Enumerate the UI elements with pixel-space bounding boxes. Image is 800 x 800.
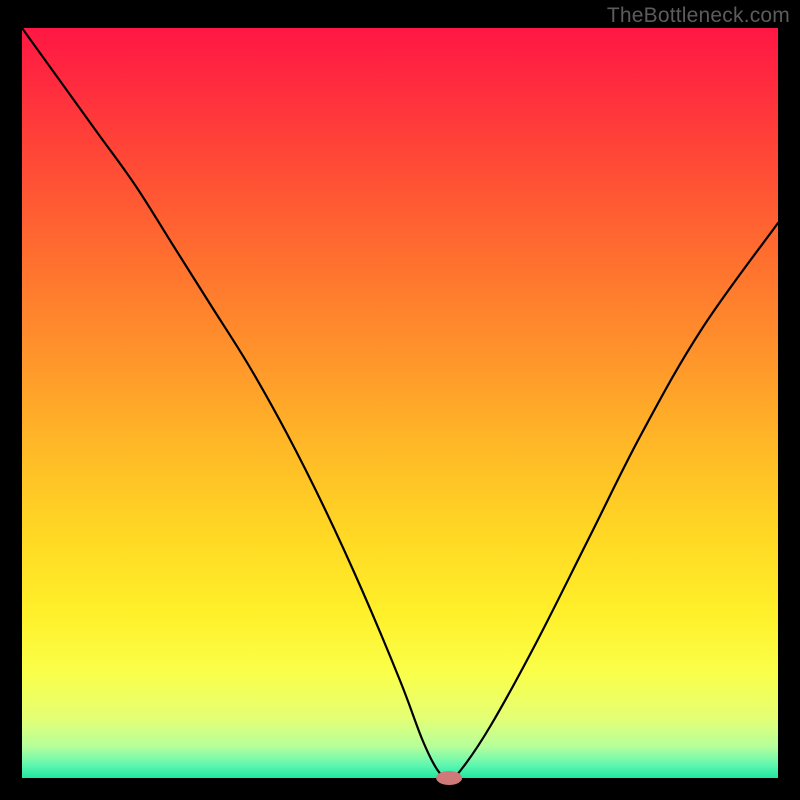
chart-frame: TheBottleneck.com bbox=[0, 0, 800, 800]
minimum-marker bbox=[436, 771, 462, 785]
chart-svg bbox=[0, 0, 800, 800]
watermark-text: TheBottleneck.com bbox=[607, 4, 790, 28]
plot-background bbox=[22, 28, 778, 778]
